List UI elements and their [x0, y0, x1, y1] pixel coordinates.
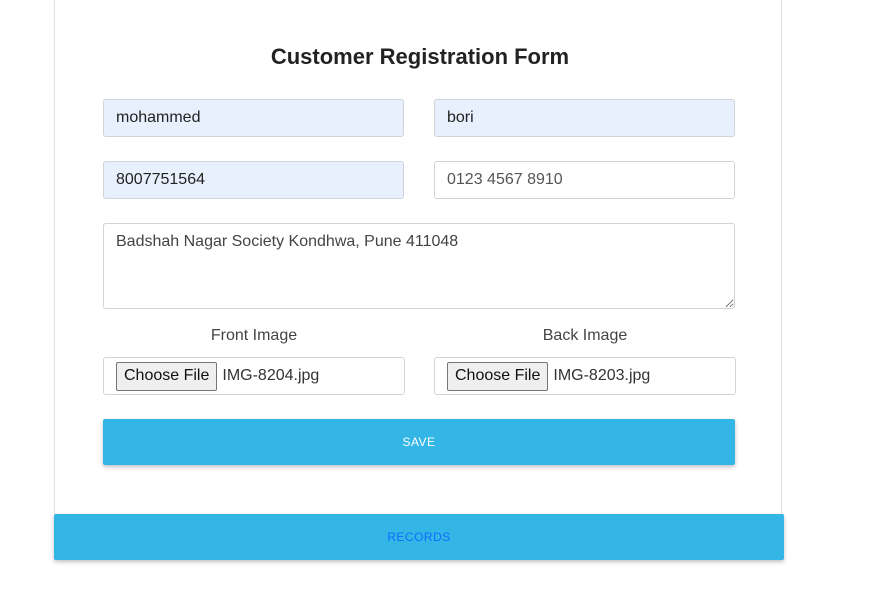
alt-phone-input[interactable]	[434, 161, 735, 199]
back-image-file-input[interactable]: Choose File IMG-8203.jpg	[434, 357, 736, 395]
front-image-choose-file-button[interactable]: Choose File	[116, 361, 218, 391]
back-image-file-name: IMG-8203.jpg	[553, 367, 651, 384]
back-image-choose-file-button[interactable]: Choose File	[447, 361, 549, 391]
back-image-label: Back Image	[542, 327, 628, 344]
mobile-input[interactable]	[103, 161, 404, 199]
front-image-label: Front Image	[210, 327, 298, 344]
records-button[interactable]: RECORDS	[54, 514, 784, 560]
save-button[interactable]: SAVE	[103, 419, 735, 465]
last-name-input[interactable]	[434, 99, 735, 137]
address-textarea[interactable]	[103, 223, 735, 309]
form-title: Customer Registration Form	[270, 44, 570, 69]
first-name-input[interactable]	[103, 99, 404, 137]
page: Customer Registration Form Front Image B…	[0, 0, 873, 611]
front-image-file-name: IMG-8204.jpg	[222, 367, 320, 384]
front-image-file-input[interactable]: Choose File IMG-8204.jpg	[103, 357, 405, 395]
